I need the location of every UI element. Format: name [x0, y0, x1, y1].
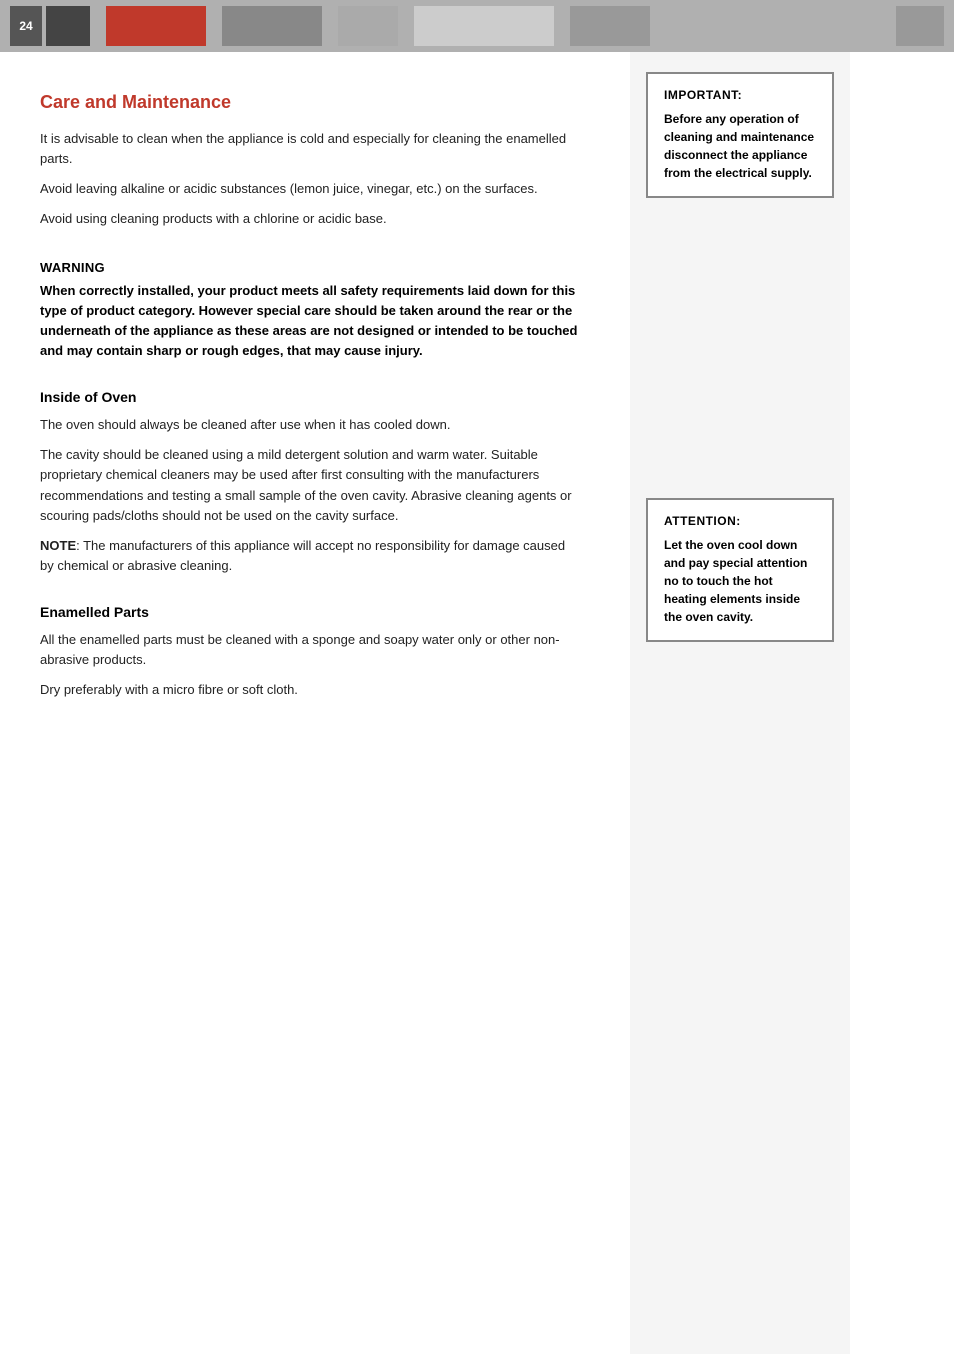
- main-content: Care and Maintenance It is advisable to …: [0, 52, 630, 1354]
- warning-title: WARNING: [40, 260, 582, 275]
- sidebar: IMPORTANT: Before any operation of clean…: [630, 52, 850, 1354]
- header-block-gray: [570, 6, 650, 46]
- intro-paragraph-1: It is advisable to clean when the applia…: [40, 129, 582, 169]
- header-gap-5: [558, 6, 566, 46]
- header-block-medium: [222, 6, 322, 46]
- inside-oven-para-1: The oven should always be cleaned after …: [40, 415, 582, 435]
- page-wrapper: 24 Care and Maintenance It is advisable …: [0, 0, 954, 1354]
- header-gap-2: [210, 6, 218, 46]
- attention-box-text: Let the oven cool down and pay special a…: [664, 536, 816, 626]
- header-gap-4: [402, 6, 410, 46]
- header-bar: 24: [0, 0, 954, 52]
- intro-section: It is advisable to clean when the applia…: [40, 129, 582, 230]
- section-title: Care and Maintenance: [40, 92, 582, 113]
- attention-box-title: ATTENTION:: [664, 514, 816, 528]
- enamelled-parts-para-1: All the enamelled parts must be cleaned …: [40, 630, 582, 670]
- enamelled-parts-para-2: Dry preferably with a micro fibre or sof…: [40, 680, 582, 700]
- attention-box: ATTENTION: Let the oven cool down and pa…: [646, 498, 834, 642]
- header-block-lightest: [414, 6, 554, 46]
- header-right-bar: [896, 6, 944, 46]
- header-block-dark: [46, 6, 90, 46]
- warning-section: WARNING When correctly installed, your p…: [40, 260, 582, 362]
- header-block-red: [106, 6, 206, 46]
- header-gap-3: [326, 6, 334, 46]
- page-number: 24: [10, 6, 42, 46]
- inside-oven-title: Inside of Oven: [40, 389, 582, 405]
- inside-oven-para-2: The cavity should be cleaned using a mil…: [40, 445, 582, 526]
- enamelled-parts-section: Enamelled Parts All the enamelled parts …: [40, 604, 582, 700]
- intro-paragraph-3: Avoid using cleaning products with a chl…: [40, 209, 582, 229]
- header-gap-1: [94, 6, 102, 46]
- header-block-lighter: [338, 6, 398, 46]
- important-box-text: Before any operation of cleaning and mai…: [664, 110, 816, 182]
- warning-text: When correctly installed, your product m…: [40, 281, 582, 362]
- intro-paragraph-2: Avoid leaving alkaline or acidic substan…: [40, 179, 582, 199]
- inside-oven-section: Inside of Oven The oven should always be…: [40, 389, 582, 576]
- note-label: NOTE: [40, 538, 76, 553]
- enamelled-parts-title: Enamelled Parts: [40, 604, 582, 620]
- note-text: : The manufacturers of this appliance wi…: [40, 538, 565, 573]
- inside-oven-note: NOTE: The manufacturers of this applianc…: [40, 536, 582, 576]
- content-area: Care and Maintenance It is advisable to …: [0, 52, 954, 1354]
- important-box: IMPORTANT: Before any operation of clean…: [646, 72, 834, 198]
- important-box-title: IMPORTANT:: [664, 88, 816, 102]
